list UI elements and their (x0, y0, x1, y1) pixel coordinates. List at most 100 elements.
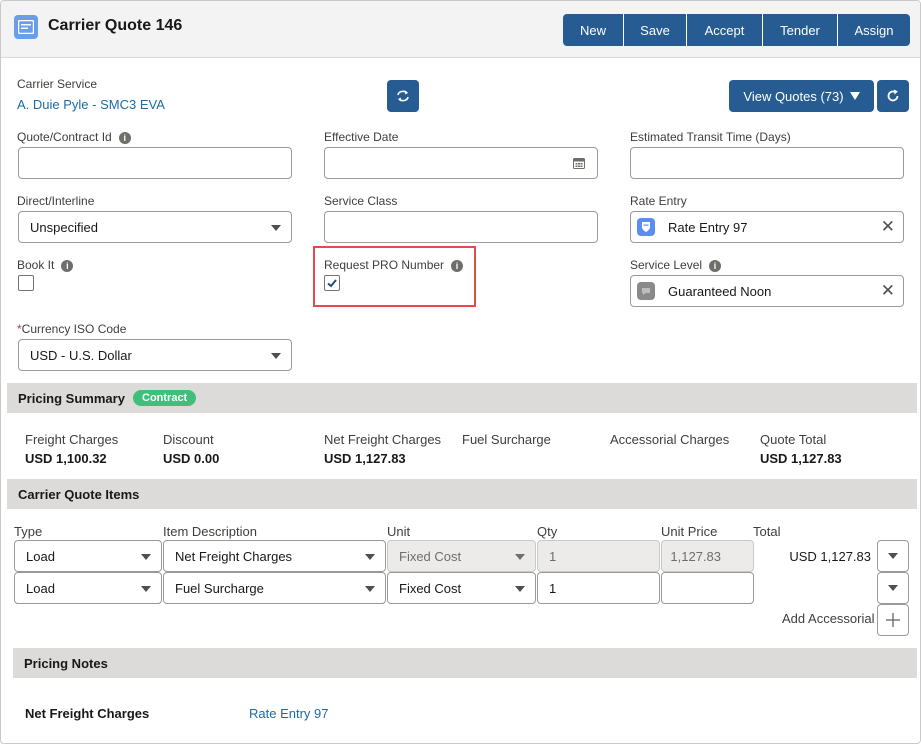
service-level-lookup[interactable]: Guaranteed Noon ✕ (630, 275, 904, 307)
service-level-value: Guaranteed Noon (668, 284, 772, 299)
row-actions-button[interactable] (877, 572, 909, 604)
summary-value: USD 1,127.83 (324, 451, 406, 466)
effective-date-input[interactable] (324, 147, 598, 179)
service-class-label: Service Class (324, 194, 398, 208)
tender-button[interactable]: Tender (763, 14, 838, 46)
summary-label: Net Freight Charges (324, 432, 442, 447)
unit-price-input: 1,127.83 (661, 540, 754, 572)
assign-button[interactable]: Assign (838, 14, 910, 46)
calendar-icon[interactable] (573, 157, 585, 169)
summary-label: Accessorial Charges (610, 432, 730, 447)
rate-entry-value: Rate Entry 97 (668, 220, 748, 235)
info-icon[interactable]: i (118, 132, 131, 144)
column-header: Unit (387, 524, 411, 539)
checkmark-icon (327, 279, 337, 288)
service-class-input[interactable] (324, 211, 598, 243)
service-level-icon (637, 282, 655, 300)
pricing-note-link[interactable]: Rate Entry 97 (249, 706, 329, 721)
request-pro-label: Request PRO Number i (324, 258, 464, 272)
chevron-down-icon (141, 554, 151, 560)
quote-contract-id-input[interactable] (18, 147, 292, 179)
carrier-quote-page: Carrier Quote 146 New Save Accept Tender… (0, 0, 921, 744)
type-select[interactable]: Load (14, 572, 162, 604)
page-title: Carrier Quote 146 (48, 17, 183, 34)
chevron-down-icon (365, 586, 375, 592)
item-description-select[interactable]: Fuel Surcharge (163, 572, 386, 604)
summary-label: Discount (163, 432, 214, 447)
refresh-swap-icon (397, 90, 409, 102)
record-icon (14, 15, 38, 39)
chevron-down-icon (888, 585, 898, 591)
column-header: Qty (537, 524, 558, 539)
chevron-down-icon (271, 353, 281, 359)
add-accessorial-button[interactable] (877, 604, 909, 636)
unit-select[interactable]: Fixed Cost (387, 572, 536, 604)
header-actions: New Save Accept Tender Assign (563, 14, 910, 46)
info-icon[interactable]: i (451, 260, 464, 272)
new-button[interactable]: New (563, 14, 624, 46)
service-level-label: Service Level i (630, 258, 722, 272)
info-icon[interactable]: i (709, 260, 722, 272)
row-total: USD 1,127.83 (789, 549, 871, 564)
quote-items-title: Carrier Quote Items (18, 487, 140, 502)
refresh-icon (887, 89, 899, 102)
rate-entry-icon (637, 218, 655, 236)
summary-value: USD 0.00 (163, 451, 220, 466)
qty-input: 1 (537, 540, 660, 572)
quote-contract-id-label: Quote/Contract Id i (17, 130, 131, 144)
qty-input[interactable]: 1 (537, 572, 660, 604)
column-header: Unit Price (661, 524, 718, 539)
summary-label: Fuel Surcharge (462, 432, 551, 447)
chevron-down-icon (141, 586, 151, 592)
record-header: Carrier Quote 146 New Save Accept Tender… (1, 1, 920, 58)
refresh-button[interactable] (877, 80, 909, 112)
book-it-checkbox[interactable] (18, 275, 34, 291)
rate-entry-label: Rate Entry (630, 194, 687, 208)
column-header: Item Description (163, 524, 257, 539)
column-header: Type (14, 524, 43, 539)
pricing-notes-header: Pricing Notes (13, 648, 917, 678)
column-header: Total (753, 524, 781, 539)
info-icon[interactable]: i (61, 260, 74, 272)
plus-icon (886, 613, 900, 627)
carrier-service-label: Carrier Service (17, 77, 98, 91)
save-button[interactable]: Save (624, 14, 687, 46)
chevron-down-icon (515, 554, 525, 560)
summary-label: Quote Total (760, 432, 827, 447)
clear-icon[interactable]: ✕ (881, 281, 895, 301)
contract-badge: Contract (133, 390, 197, 406)
carrier-service-link[interactable]: A. Duie Pyle - SMC3 EVA (17, 97, 165, 112)
direct-interline-label: Direct/Interline (17, 194, 95, 208)
effective-date-label: Effective Date (324, 130, 399, 144)
direct-interline-select[interactable]: Unspecified (18, 211, 292, 243)
row-actions-button[interactable] (877, 540, 909, 572)
item-description-select[interactable]: Net Freight Charges (163, 540, 386, 572)
add-accessorial-label: Add Accessorial (782, 611, 875, 626)
chevron-down-icon (365, 554, 375, 560)
view-quotes-button[interactable]: View Quotes (73) (729, 80, 874, 112)
currency-select[interactable]: USD - U.S. Dollar (18, 339, 292, 371)
chevron-down-icon (271, 225, 281, 231)
pricing-summary-title: Pricing Summary (18, 391, 125, 406)
book-it-label: Book It i (17, 258, 74, 272)
summary-value: USD 1,127.83 (760, 451, 842, 466)
caret-down-icon (849, 92, 860, 100)
unit-price-input[interactable] (661, 572, 754, 604)
pricing-note-label: Net Freight Charges (25, 706, 150, 721)
unit-select: Fixed Cost (387, 540, 536, 572)
type-select[interactable]: Load (14, 540, 162, 572)
summary-value: USD 1,100.32 (25, 451, 107, 466)
pricing-notes-title: Pricing Notes (24, 656, 108, 671)
estimated-transit-label: Estimated Transit Time (Days) (630, 130, 791, 144)
chevron-down-icon (515, 586, 525, 592)
rate-entry-lookup[interactable]: Rate Entry 97 ✕ (630, 211, 904, 243)
view-quotes-label: View Quotes (73) (743, 88, 844, 104)
estimated-transit-input[interactable] (630, 147, 904, 179)
swap-carrier-button[interactable] (387, 80, 419, 112)
chevron-down-icon (888, 553, 898, 559)
summary-label: Freight Charges (25, 432, 119, 447)
pricing-summary-header: Pricing Summary Contract (7, 383, 917, 413)
accept-button[interactable]: Accept (687, 14, 763, 46)
clear-icon[interactable]: ✕ (881, 217, 895, 237)
request-pro-checkbox[interactable] (324, 275, 340, 291)
